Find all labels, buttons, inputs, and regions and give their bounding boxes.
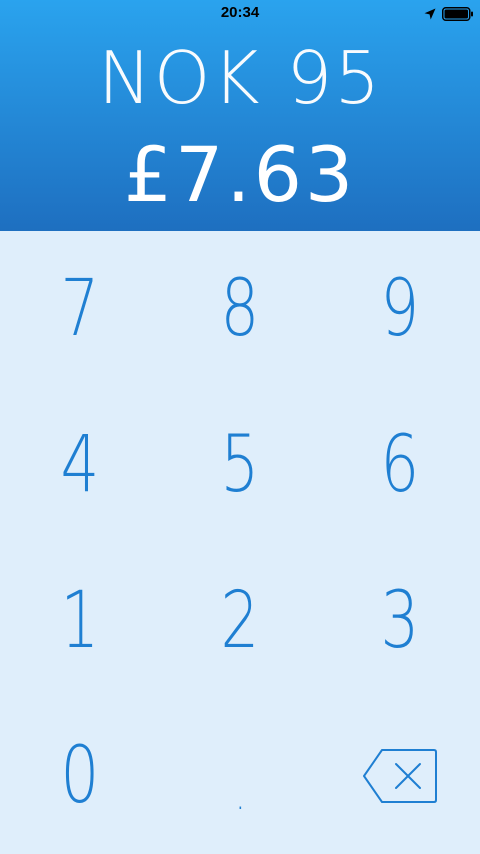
key-decimal-point-label: . [235,773,245,819]
key-8[interactable]: 8 [160,231,320,387]
key-decimal-point[interactable]: . [160,698,320,854]
backspace-icon [363,749,437,803]
key-9[interactable]: 9 [320,231,480,387]
location-arrow-icon [424,8,436,20]
status-time: 20:34 [220,4,260,21]
key-6-label: 6 [380,420,420,510]
key-7[interactable]: 7 [0,231,160,387]
key-5[interactable]: 5 [160,387,320,543]
amount-display-header: 20:34 NOK 95 £7.63 [0,0,480,231]
key-4[interactable]: 4 [0,387,160,543]
key-4-label: 4 [60,420,100,510]
battery-icon [442,7,473,21]
key-9-label: 9 [380,264,420,354]
key-0[interactable]: 0 [0,698,160,854]
key-1[interactable]: 1 [0,543,160,699]
key-3-label: 3 [380,576,420,666]
key-3[interactable]: 3 [320,543,480,699]
key-5-label: 5 [220,420,260,510]
converted-amount: £7.63 [123,130,357,219]
number-keypad: 7 8 9 4 5 6 1 2 3 0 . [0,231,480,854]
key-6[interactable]: 6 [320,387,480,543]
status-bar: 20:34 [0,0,480,28]
key-2-label: 2 [220,576,260,666]
key-1-label: 1 [60,576,100,666]
source-amount: NOK 95 [97,36,383,120]
key-8-label: 8 [220,264,260,354]
key-2[interactable]: 2 [160,543,320,699]
converter-screen: 20:34 NOK 95 £7.63 7 8 9 4 5 6 1 2 3 0 . [0,0,480,854]
key-7-label: 7 [60,264,100,354]
key-0-label: 0 [60,731,100,821]
backspace-button[interactable] [320,698,480,854]
